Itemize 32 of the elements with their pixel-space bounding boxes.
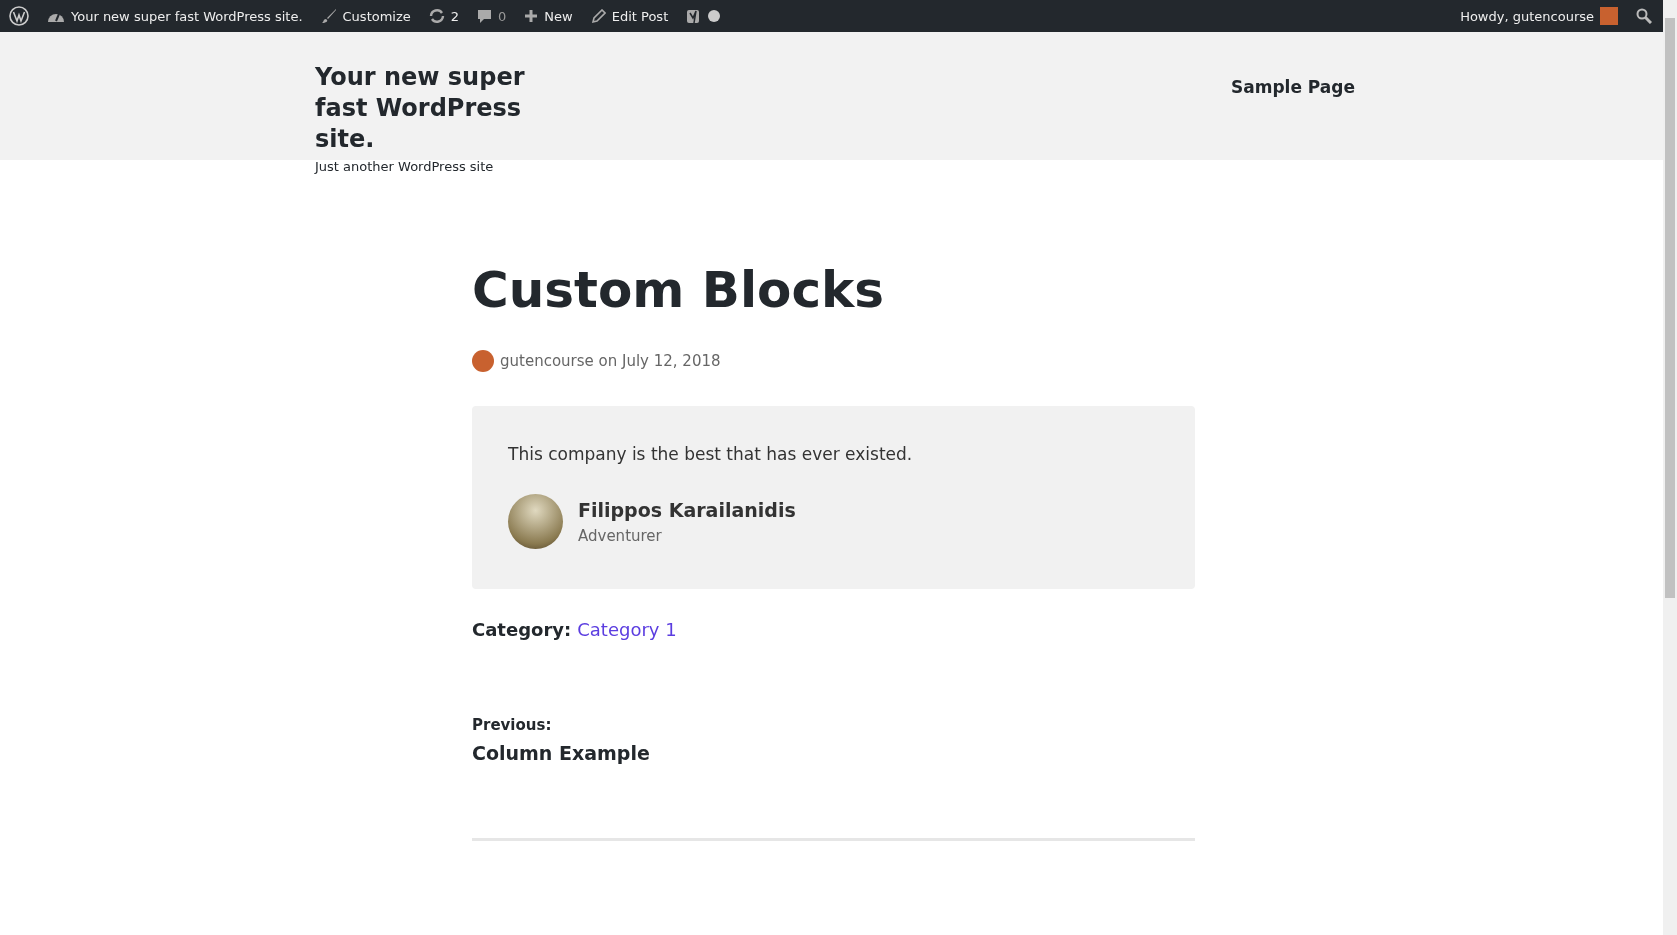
- category-link[interactable]: Category 1: [577, 619, 677, 640]
- post-byline: gutencourse on July 12, 2018: [500, 352, 721, 370]
- testimonial-quote: This company is the best that has ever existed.: [508, 444, 914, 464]
- person-name: Filippos Karailanidis: [578, 498, 796, 521]
- account-link[interactable]: Howdy, gutencourse: [1451, 0, 1627, 32]
- wordpress-logo-icon: [9, 6, 29, 26]
- post-title: Custom Blocks: [472, 260, 886, 320]
- site-name-link[interactable]: Your new super fast WordPress site.: [38, 0, 312, 32]
- updates-link[interactable]: 2: [419, 0, 469, 32]
- new-link[interactable]: New: [515, 0, 582, 32]
- person-role: Adventurer: [578, 526, 663, 545]
- comment-icon: [477, 8, 493, 24]
- refresh-icon: [428, 8, 445, 24]
- customize-link[interactable]: Customize: [311, 0, 420, 32]
- previous-post-link[interactable]: Column Example: [472, 742, 1195, 764]
- plus-icon: [524, 9, 539, 23]
- scrollbar-thumb[interactable]: [1665, 18, 1675, 598]
- pencil-icon: [590, 8, 606, 24]
- search-icon: [1636, 8, 1652, 24]
- category-label: Category:: [472, 619, 572, 640]
- author-avatar: [472, 350, 494, 372]
- avatar-icon: [1600, 7, 1618, 25]
- site-title[interactable]: Your new super fast WordPress site.: [315, 62, 575, 155]
- comments-link[interactable]: 0: [468, 0, 516, 32]
- brush-icon: [320, 8, 337, 24]
- previous-label: Previous:: [472, 716, 553, 734]
- scrollbar[interactable]: [1663, 0, 1677, 935]
- photo-placeholder: [508, 494, 563, 549]
- status-dot-icon: [708, 10, 721, 22]
- edit-post-link[interactable]: Edit Post: [581, 0, 678, 32]
- site-tagline: Just another WordPress site: [315, 159, 495, 174]
- nav-link[interactable]: Sample Page: [1230, 77, 1355, 97]
